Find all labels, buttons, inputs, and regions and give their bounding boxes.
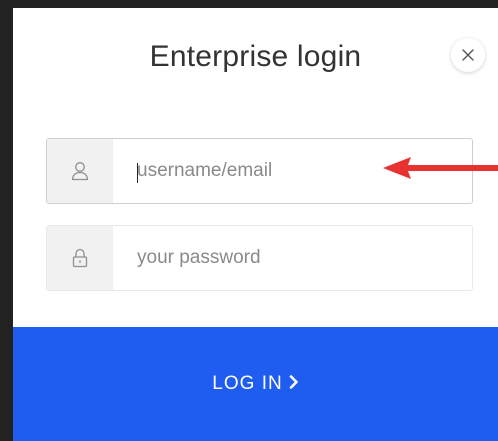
password-icon-box — [47, 226, 113, 290]
password-field — [46, 225, 473, 291]
chevron-right-icon — [289, 374, 299, 394]
username-icon-box — [47, 139, 113, 203]
text-cursor — [137, 163, 138, 183]
lock-icon — [72, 248, 88, 268]
user-icon — [71, 162, 89, 181]
login-button-label: LOG IN — [212, 373, 283, 394]
login-button[interactable]: LOG IN — [13, 327, 498, 441]
password-input[interactable] — [137, 226, 457, 290]
login-modal: Enterprise login username/email LOG IN — [13, 8, 498, 441]
page-background: Enterprise login username/email LOG IN — [0, 0, 498, 441]
close-icon — [462, 49, 474, 61]
close-button[interactable] — [451, 38, 485, 72]
modal-title: Enterprise login — [149, 40, 362, 73]
red-arrow-left-icon — [383, 157, 498, 179]
